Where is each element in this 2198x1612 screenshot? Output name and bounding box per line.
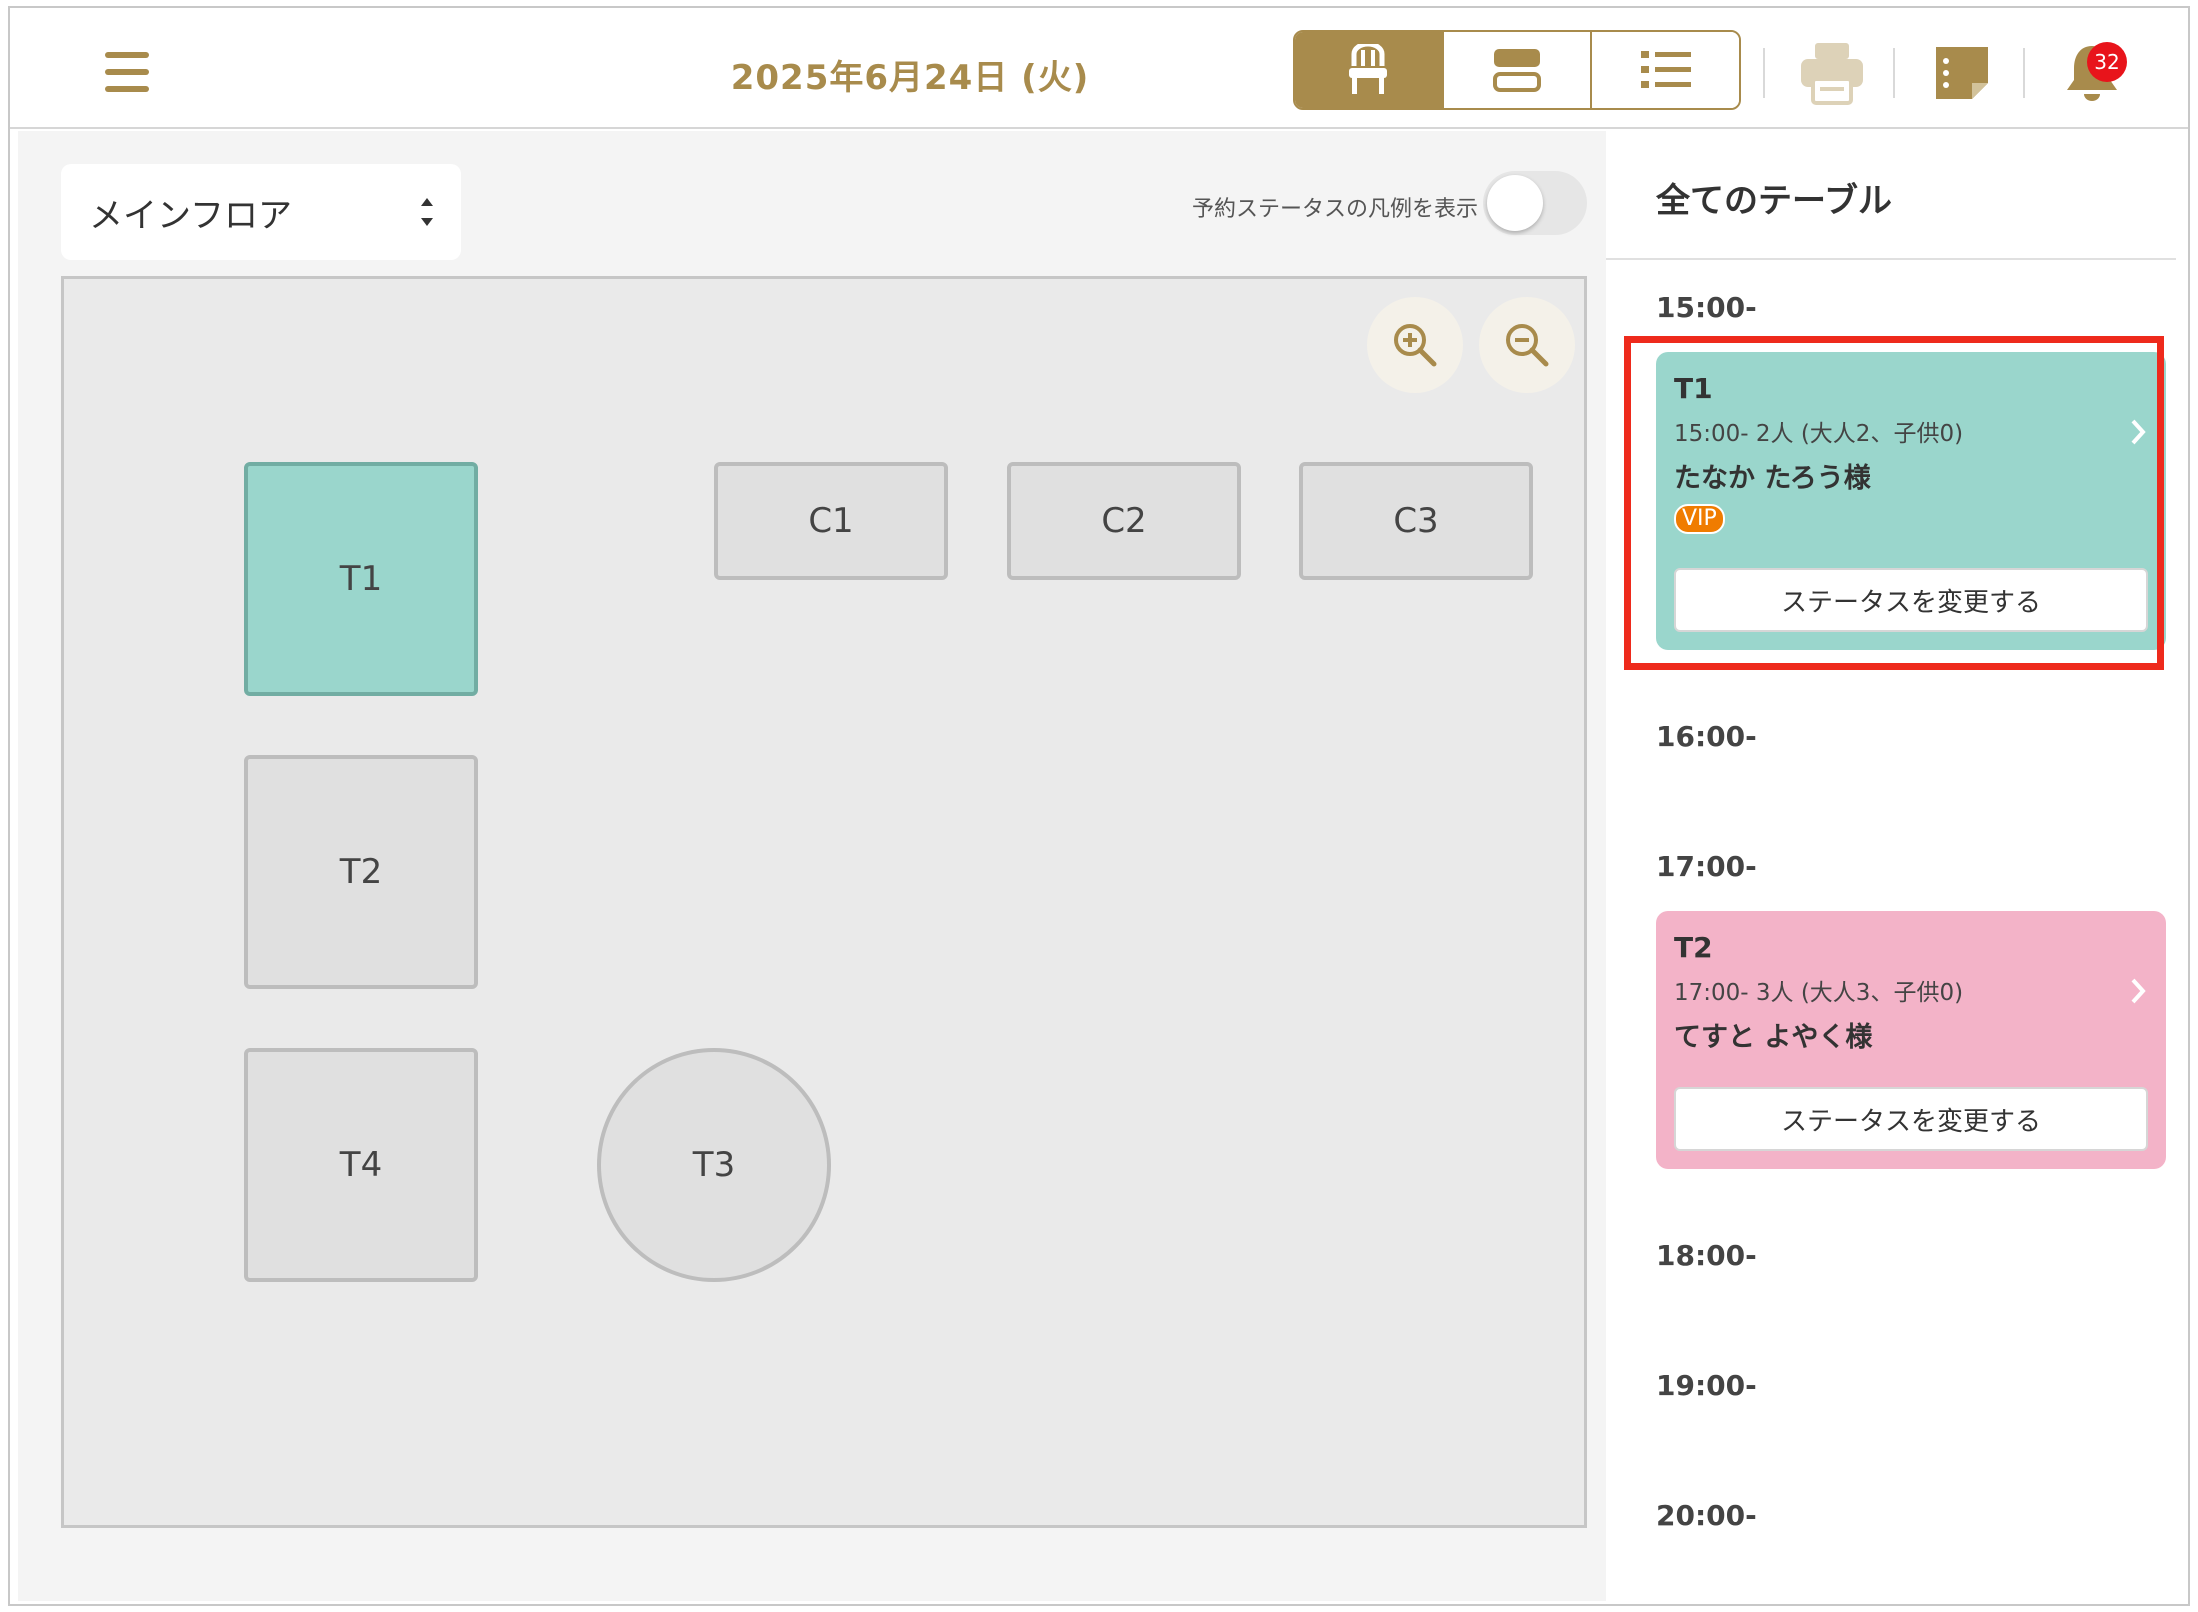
time-slot-label: 16:00- <box>1656 720 1757 753</box>
vip-badge: VIP <box>1674 504 1725 534</box>
memo-icon <box>1936 47 1988 99</box>
top-bar: 2025年6月24日 (火) 32 <box>10 8 2188 129</box>
reservation-card[interactable]: T1 15:00- 2人 (大人2、子供0) たなか たろう様 VIP ステータ… <box>1656 352 2166 650</box>
chair-icon <box>1349 44 1388 94</box>
memo-button[interactable] <box>1927 38 1997 108</box>
floor-map[interactable]: T1 C1 C2 C3 T2 T4 T3 <box>61 276 1587 1528</box>
list-icon <box>1640 51 1691 88</box>
legend-toggle-label: 予約ステータスの凡例を表示 <box>1191 197 1478 222</box>
reservation-info: 17:00- 3人 (大人3、子供0) <box>1674 980 1964 1006</box>
legend-toggle[interactable] <box>1483 171 1587 235</box>
list-view-button[interactable] <box>1592 32 1739 108</box>
time-slot-label: 20:00- <box>1656 1499 1757 1532</box>
zoom-out-icon <box>1506 324 1549 367</box>
view-mode-switch <box>1293 30 1741 110</box>
floor-view-button[interactable] <box>1295 32 1444 108</box>
reservation-sidebar: 全てのテーブル 15:00- T1 15:00- 2人 (大人2、子供0) たな… <box>1606 131 2188 1601</box>
floor-select[interactable]: メインフロア <box>61 164 461 260</box>
floor-select-value: メインフロア <box>89 195 292 236</box>
reservation-info: 15:00- 2人 (大人2、子供0) <box>1674 421 1964 447</box>
zoom-in-button[interactable] <box>1367 297 1463 393</box>
timeline-icon <box>1493 49 1541 92</box>
separator <box>2023 48 2025 98</box>
table-c1[interactable]: C1 <box>714 462 948 580</box>
notification-badge: 32 <box>2087 42 2127 82</box>
change-status-button[interactable]: ステータスを変更する <box>1674 568 2148 632</box>
time-slot-label: 17:00- <box>1656 850 1757 883</box>
table-c3[interactable]: C3 <box>1299 462 1533 580</box>
sidebar-title: 全てのテーブル <box>1656 181 1892 221</box>
chevron-right-icon <box>2131 978 2146 1004</box>
timeline-view-button[interactable] <box>1443 32 1593 108</box>
separator <box>1893 48 1895 98</box>
floor-panel: メインフロア 予約ステータスの凡例を表示 T1 C1 C2 C3 T2 T4 T… <box>18 131 1606 1601</box>
time-slot-label: 18:00- <box>1656 1239 1757 1272</box>
current-date[interactable]: 2025年6月24日 (火) <box>710 50 1110 99</box>
reservation-table: T2 <box>1674 931 1713 964</box>
reservation-guest: てすと よやく様 <box>1674 1022 1873 1053</box>
separator <box>1763 48 1765 98</box>
app-window: 2025年6月24日 (火) 32 メインフロア 予約ステータスの凡例を表示 T… <box>8 6 2190 1606</box>
table-t3[interactable]: T3 <box>597 1048 831 1282</box>
reservation-card[interactable]: T2 17:00- 3人 (大人3、子供0) てすと よやく様 ステータスを変更… <box>1656 911 2166 1169</box>
sort-arrows-icon <box>421 198 433 226</box>
menu-icon[interactable] <box>105 52 149 92</box>
divider <box>1606 258 2176 260</box>
toggle-knob <box>1487 175 1543 231</box>
reservation-table: T1 <box>1674 372 1713 405</box>
table-t4[interactable]: T4 <box>244 1048 478 1282</box>
printer-icon <box>1801 43 1863 105</box>
reservation-guest: たなか たろう様 <box>1674 463 1871 494</box>
table-t1[interactable]: T1 <box>244 462 478 696</box>
table-t2[interactable]: T2 <box>244 755 478 989</box>
time-slot-label: 19:00- <box>1656 1369 1757 1402</box>
time-slot-label: 15:00- <box>1656 291 1757 324</box>
zoom-out-button[interactable] <box>1479 297 1575 393</box>
change-status-button[interactable]: ステータスを変更する <box>1674 1087 2148 1151</box>
zoom-in-icon <box>1394 324 1437 367</box>
table-c2[interactable]: C2 <box>1007 462 1241 580</box>
print-button[interactable] <box>1797 38 1867 108</box>
chevron-right-icon <box>2131 419 2146 445</box>
